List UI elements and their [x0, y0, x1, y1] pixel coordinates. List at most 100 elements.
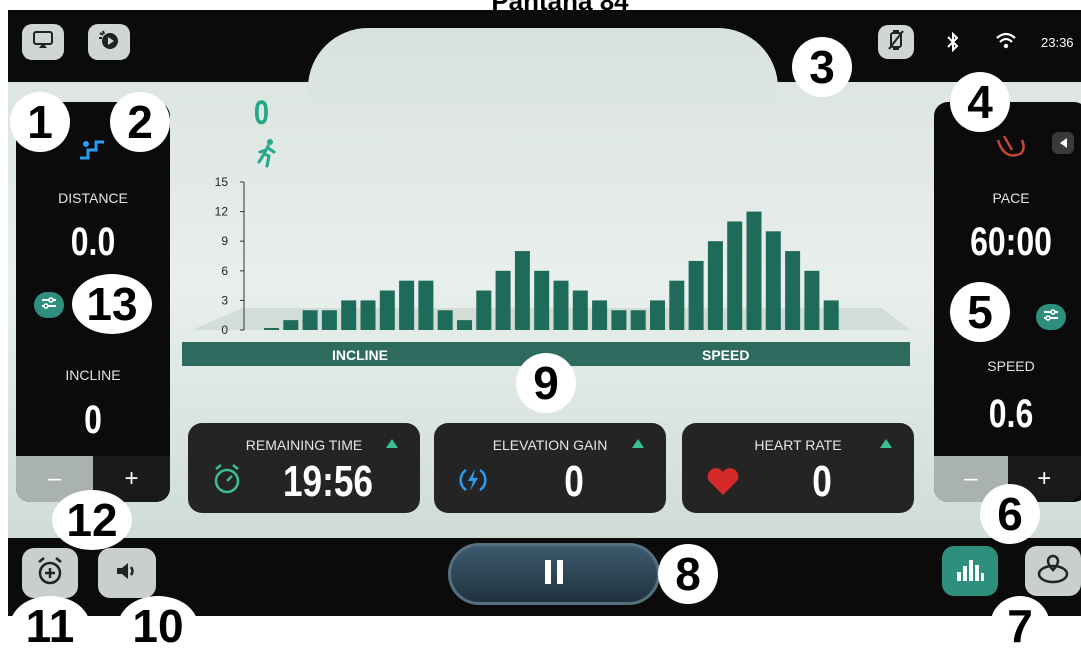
- callout-marker-6: 6: [980, 484, 1040, 544]
- chart-bar: [630, 310, 646, 330]
- chart-bar: [302, 310, 318, 330]
- tile-value: 0: [812, 457, 832, 506]
- chart-bar: [688, 260, 704, 330]
- volume-button[interactable]: [98, 548, 156, 598]
- runner-count: 0: [253, 94, 270, 132]
- y-tick-label: 0: [221, 323, 228, 337]
- chart-floor-shade: [192, 308, 910, 330]
- chart-bar: [321, 310, 337, 330]
- tile-remaining-time[interactable]: REMAINING TIME 19:56: [188, 423, 420, 513]
- pace-label: PACE: [992, 190, 1030, 206]
- stairs-icon: [78, 132, 108, 167]
- stopwatch-icon: [212, 463, 242, 500]
- heart-icon: [706, 467, 740, 502]
- incline-label: INCLINE: [65, 367, 121, 383]
- lightning-icon: [458, 465, 488, 500]
- chart-bar: [495, 270, 511, 330]
- y-tick-label: 3: [221, 293, 228, 307]
- tile-expand-triangle-icon: [386, 439, 398, 448]
- sliders-icon: [41, 296, 57, 314]
- chart-bar: [650, 300, 665, 330]
- distance-label: DISTANCE: [58, 190, 128, 206]
- bar-chart-icon: [955, 556, 985, 587]
- pause-button[interactable]: [448, 543, 660, 605]
- chart-bar: [804, 270, 820, 330]
- chart-bar: [727, 221, 743, 330]
- track-view-button[interactable]: [1025, 546, 1081, 596]
- callout-marker-11: 11: [10, 596, 90, 656]
- sliders-icon: [1043, 308, 1059, 326]
- treadmill-console-screen: 23:36 DISTANCE 0.0 INCLINE 0 – + PACE 60…: [8, 10, 1081, 616]
- add-alarm-button[interactable]: [22, 548, 78, 598]
- chart-bar: [572, 290, 588, 330]
- chart-bar: [746, 211, 762, 330]
- chart-bar: [457, 320, 472, 330]
- alarm-add-icon: [35, 556, 65, 591]
- tile-elevation-gain[interactable]: ELEVATION GAIN 0: [434, 423, 666, 513]
- callout-marker-10: 10: [118, 596, 198, 656]
- callout-marker-12: 12: [52, 490, 132, 550]
- y-tick-label: 12: [215, 205, 229, 219]
- tile-heart-rate[interactable]: HEART RATE 0: [682, 423, 914, 513]
- screen-mirror-button[interactable]: [22, 24, 64, 60]
- callout-marker-3: 3: [792, 37, 852, 97]
- y-tick-label: 6: [221, 264, 228, 278]
- speed-label: SPEED: [987, 358, 1035, 374]
- chart-bar: [765, 231, 781, 330]
- y-tick-label: 9: [221, 234, 228, 248]
- tile-value: 19:56: [282, 457, 374, 506]
- chart-bar: [592, 300, 608, 330]
- chart-bar: [399, 280, 415, 330]
- bluetooth-icon: [945, 31, 961, 55]
- chart-bar: [514, 251, 530, 330]
- chart-view-button[interactable]: [942, 546, 998, 596]
- callout-marker-13: 13: [72, 274, 152, 334]
- incline-settings-button[interactable]: [34, 292, 64, 318]
- chart-bar: [437, 310, 453, 330]
- tile-expand-triangle-icon: [880, 439, 892, 448]
- pause-icon: [542, 559, 566, 590]
- chart-bar: [669, 280, 685, 330]
- speed-value: 0.6: [988, 392, 1034, 436]
- wifi-icon: [995, 32, 1017, 53]
- chart-bar: [553, 280, 569, 330]
- callout-marker-7: 7: [990, 596, 1050, 656]
- app-connect-icon: [97, 29, 121, 56]
- wearable-status-button[interactable]: [878, 25, 914, 59]
- incline-value: 0: [84, 398, 102, 442]
- workout-profile-chart: 15 12 9 6 3 0: [192, 175, 910, 337]
- chart-bar: [341, 300, 357, 330]
- chart-bar: [611, 310, 627, 330]
- tile-value: 0: [564, 457, 584, 506]
- speaker-icon: [114, 560, 140, 587]
- clock-time: 23:36: [1041, 35, 1074, 50]
- callout-marker-8: 8: [658, 544, 718, 604]
- watch-disconnected-icon: [886, 29, 906, 56]
- y-tick-label: 15: [215, 175, 229, 189]
- pace-collapse-button[interactable]: [1052, 132, 1074, 154]
- screen-mirror-icon: [32, 30, 54, 55]
- floor-label-incline: INCLINE: [332, 347, 388, 363]
- chart-bar: [379, 290, 395, 330]
- pace-value: 60:00: [970, 220, 1052, 264]
- floor-label-speed: SPEED: [702, 347, 750, 363]
- chart-bar: [823, 300, 839, 330]
- app-connect-button[interactable]: [88, 24, 130, 60]
- chart-bar: [418, 280, 434, 330]
- callout-marker-2: 2: [110, 92, 170, 152]
- chart-bar: [360, 300, 376, 330]
- chart-bar: [785, 251, 801, 330]
- triangle-left-icon: [1059, 138, 1067, 148]
- tile-expand-triangle-icon: [632, 439, 644, 448]
- pace-gauge-icon: [994, 130, 1030, 167]
- chart-bar: [534, 270, 550, 330]
- callout-marker-5: 5: [950, 282, 1010, 342]
- chart-bar: [264, 328, 279, 330]
- chart-bar: [283, 320, 299, 330]
- track-route-icon: [1036, 554, 1070, 589]
- chart-bar: [707, 241, 723, 330]
- callout-marker-9: 9: [516, 353, 576, 413]
- distance-value: 0.0: [70, 220, 116, 264]
- callout-marker-4: 4: [950, 72, 1010, 132]
- speed-settings-button[interactable]: [1036, 304, 1066, 330]
